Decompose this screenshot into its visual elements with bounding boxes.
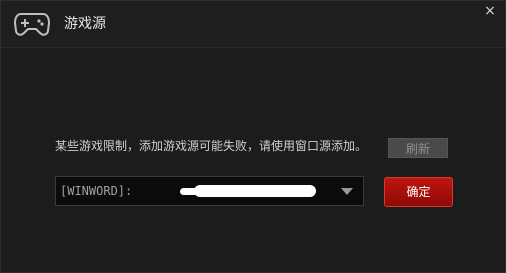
close-icon[interactable]: × [481,3,499,19]
source-select[interactable]: [WINWORD]: [55,176,364,206]
source-select-value: [WINWORD]: [60,184,133,198]
gamepad-icon [13,13,51,36]
redaction-mark [194,185,316,197]
game-source-dialog: 游戏源 × 某些游戏限制，添加游戏源可能失败，请使用窗口源添加。 刷新 [WIN… [0,0,506,273]
notice-text: 某些游戏限制，添加游戏源可能失败，请使用窗口源添加。 [55,139,368,153]
refresh-button[interactable]: 刷新 [388,138,448,158]
confirm-button[interactable]: 确定 [384,177,453,207]
window-title: 游戏源 [64,16,106,32]
chevron-down-icon[interactable] [341,188,353,195]
title-bar: 游戏源 × [1,1,505,48]
